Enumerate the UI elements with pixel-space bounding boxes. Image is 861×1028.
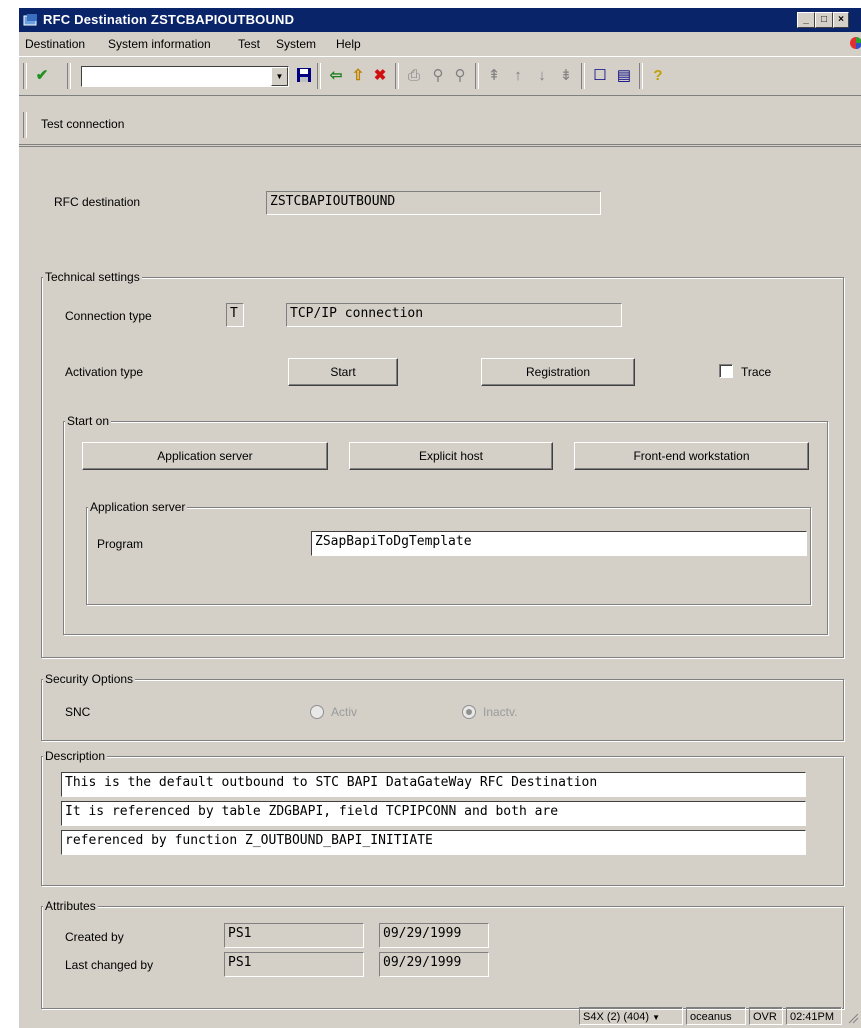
rfc-destination-field: ZSTCBAPIOUTBOUND <box>266 191 601 215</box>
description-group: Description This is the default outbound… <box>41 749 844 886</box>
start-on-group: Start on Application server Explicit hos… <box>63 414 828 635</box>
menu-system-information[interactable]: System information <box>108 37 211 51</box>
chevron-down-icon: ▼ <box>652 1013 661 1022</box>
last-changed-by-user: PS1 <box>224 952 364 977</box>
toolbar-separator <box>67 63 71 89</box>
start-button[interactable]: Start <box>288 358 398 386</box>
program-label: Program <box>97 537 144 551</box>
application-server-button[interactable]: Application server <box>82 442 328 470</box>
toolbar-separator <box>317 63 321 89</box>
sap-logo-icon <box>849 36 861 50</box>
explicit-host-button[interactable]: Explicit host <box>349 442 553 470</box>
back-icon[interactable]: ⇦ <box>327 67 345 85</box>
security-options-group: Security Options SNC Activ Inactv. <box>41 672 844 741</box>
connection-type-label: Connection type <box>65 309 152 323</box>
menu-help[interactable]: Help <box>336 37 361 51</box>
find-next-icon[interactable]: ⚲ <box>451 67 469 85</box>
create-session-icon[interactable]: ☐ <box>591 67 609 85</box>
description-line-3[interactable]: referenced by function Z_OUTBOUND_BAPI_I… <box>61 830 806 855</box>
start-on-title: Start on <box>65 414 112 428</box>
enter-checkmark-icon[interactable]: ✔ <box>33 67 51 85</box>
toolbar-separator <box>581 63 585 89</box>
previous-page-icon[interactable]: ↑ <box>509 67 527 85</box>
next-page-icon[interactable]: ↓ <box>533 67 551 85</box>
technical-settings-group: Technical settings Connection type T TCP… <box>41 270 844 658</box>
menu-test[interactable]: Test <box>238 37 260 51</box>
last-changed-by-date: 09/29/1999 <box>379 952 489 977</box>
menu-destination[interactable]: Destination <box>25 37 85 51</box>
standard-toolbar: ✔ ▼ ⇦ ⇧ ✖ ⎙ ⚲ ⚲ ⇞ ↑ ↓ ⇟ ☐ ▤ ? <box>19 56 861 96</box>
resize-grip-icon[interactable] <box>847 1012 859 1024</box>
command-field[interactable]: ▼ <box>81 66 289 87</box>
status-mode: OVR <box>749 1007 783 1025</box>
program-input[interactable]: ZSapBapiToDgTemplate <box>311 531 807 556</box>
help-icon[interactable]: ? <box>649 67 667 85</box>
snc-inactv-label: Inactv. <box>483 705 518 719</box>
save-icon[interactable] <box>295 67 313 85</box>
application-toolbar: Test connection <box>19 106 861 145</box>
snc-activ-radio[interactable] <box>310 705 324 719</box>
attributes-group: Attributes Created by PS1 09/29/1999 Las… <box>41 899 844 1009</box>
toolbar-grip <box>23 112 27 138</box>
technical-settings-title: Technical settings <box>43 270 142 284</box>
toolbar-separator <box>395 63 399 89</box>
created-by-date: 09/29/1999 <box>379 923 489 948</box>
title-bar: RFC Destination ZSTCBAPIOUTBOUND _ □ × <box>19 8 861 32</box>
window-title: RFC Destination ZSTCBAPIOUTBOUND <box>43 12 295 27</box>
radio-selected-dot <box>466 709 472 715</box>
exit-icon[interactable]: ⇧ <box>349 67 367 85</box>
shortcut-icon[interactable]: ▤ <box>615 67 633 85</box>
activation-type-label: Activation type <box>65 365 144 379</box>
sap-window: RFC Destination ZSTCBAPIOUTBOUND _ □ × D… <box>18 8 861 1028</box>
application-server-title: Application server <box>88 500 188 514</box>
attributes-title: Attributes <box>43 899 98 913</box>
rfc-destination-label: RFC destination <box>54 195 141 209</box>
snc-inactv-radio[interactable] <box>462 705 476 719</box>
created-by-user: PS1 <box>224 923 364 948</box>
created-by-label: Created by <box>65 930 124 944</box>
minimize-button[interactable]: _ <box>797 12 815 28</box>
last-changed-by-label: Last changed by <box>65 958 154 972</box>
menu-bar: Destination System information Test Syst… <box>19 32 861 54</box>
status-system-value: S4X (2) (404) <box>583 1011 650 1023</box>
security-options-title: Security Options <box>43 672 136 686</box>
menu-system[interactable]: System <box>276 37 316 51</box>
cancel-icon[interactable]: ✖ <box>371 67 389 85</box>
status-bar: S4X (2) (404) ▼ oceanus OVR 02:41PM <box>19 1004 861 1028</box>
test-connection-button[interactable]: Test connection <box>41 117 124 131</box>
front-end-workstation-button[interactable]: Front-end workstation <box>574 442 809 470</box>
trace-checkbox[interactable] <box>719 364 733 378</box>
connection-type-code[interactable]: T <box>226 303 244 327</box>
snc-activ-label: Activ <box>331 705 358 719</box>
description-line-1[interactable]: This is the default outbound to STC BAPI… <box>61 772 806 797</box>
print-icon[interactable]: ⎙ <box>405 67 423 85</box>
find-icon[interactable]: ⚲ <box>429 67 447 85</box>
status-time: 02:41PM <box>786 1007 842 1025</box>
status-server: oceanus <box>686 1007 746 1025</box>
status-system[interactable]: S4X (2) (404) ▼ <box>579 1007 683 1025</box>
command-dropdown-icon[interactable]: ▼ <box>271 67 288 86</box>
registration-button[interactable]: Registration <box>481 358 635 386</box>
description-line-2[interactable]: It is referenced by table ZDGBAPI, field… <box>61 801 806 826</box>
application-server-group: Application server Program ZSapBapiToDgT… <box>86 500 811 605</box>
snc-label: SNC <box>65 705 91 719</box>
last-page-icon[interactable]: ⇟ <box>557 67 575 85</box>
main-content: RFC destination ZSTCBAPIOUTBOUND Technic… <box>19 146 861 1009</box>
sap-window-icon <box>23 13 39 27</box>
first-page-icon[interactable]: ⇞ <box>485 67 503 85</box>
toolbar-separator <box>475 63 479 89</box>
trace-label: Trace <box>741 365 772 379</box>
toolbar-separator <box>639 63 643 89</box>
toolbar-grip <box>23 63 27 89</box>
close-button[interactable]: × <box>833 12 849 28</box>
maximize-button[interactable]: □ <box>815 12 833 28</box>
description-title: Description <box>43 749 108 763</box>
connection-type-description: TCP/IP connection <box>286 303 622 327</box>
